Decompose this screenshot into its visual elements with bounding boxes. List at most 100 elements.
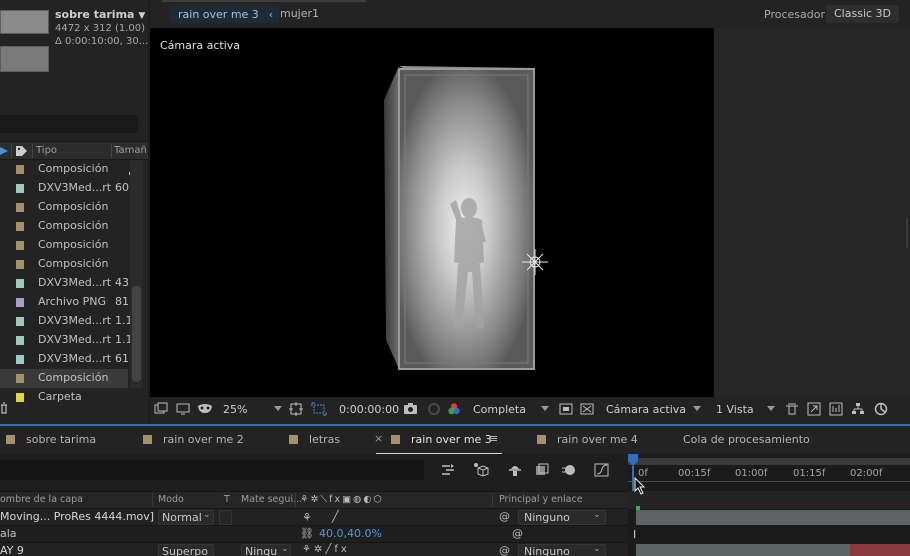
panel-resize-handle[interactable] <box>906 218 908 248</box>
scale-value[interactable]: 40.0,40.0% <box>319 527 382 540</box>
quality-switch-icon[interactable]: ╱ <box>332 510 339 523</box>
scrollbar-thumb[interactable] <box>132 286 141 382</box>
label-color-swatch[interactable] <box>16 393 24 402</box>
chevron-down-icon[interactable] <box>693 406 701 411</box>
toggle-pixel-aspect-icon[interactable] <box>785 402 799 416</box>
sort-arrow-icon[interactable] <box>0 147 8 155</box>
project-item[interactable]: DXV3Med...rt 1.1 <box>0 312 133 331</box>
project-scrollbar[interactable] <box>130 160 143 388</box>
timeline-panel-icon[interactable] <box>829 402 843 416</box>
label-color-swatch[interactable] <box>16 184 24 193</box>
project-item[interactable]: Composición <box>0 198 128 217</box>
view-layout-select[interactable]: 1 Vista <box>716 403 754 416</box>
layer-switches-icon[interactable]: ⚘✲⟍fx▣◍◐⬡ <box>300 494 384 505</box>
mask-visibility-icon[interactable] <box>197 402 213 416</box>
chevron-down-icon[interactable] <box>274 406 282 411</box>
layer-search-input[interactable] <box>0 460 424 480</box>
blend-mode-select[interactable]: Superpo <box>158 544 214 556</box>
tab-letras[interactable]: letras <box>309 433 340 446</box>
flow-tab-mujer1[interactable]: mujer1 <box>280 7 319 20</box>
property-row-scale[interactable]: ala ⛓ 40.0,40.0% @ <box>0 526 630 543</box>
project-item[interactable]: Carpeta <box>0 388 128 407</box>
parent-select[interactable]: Ninguno ⌄ <box>518 510 606 525</box>
label-tag-icon[interactable] <box>15 145 28 157</box>
exposure-reset-icon[interactable] <box>874 402 888 416</box>
label-color-swatch[interactable] <box>16 336 24 345</box>
color-channels-icon[interactable] <box>447 402 461 416</box>
label-color-swatch[interactable] <box>16 241 24 250</box>
track-matte-select[interactable]: Ningu ⌄ <box>241 544 291 556</box>
tab-sobre-tarima[interactable]: sobre tarima <box>26 433 96 446</box>
preserve-transparency-toggle[interactable] <box>219 510 232 525</box>
fast-preview-frame-icon[interactable] <box>807 402 821 416</box>
project-search-input[interactable] <box>0 115 138 133</box>
track-matte-column-header[interactable]: Mate segui... <box>241 494 302 505</box>
show-snapshot-icon[interactable] <box>427 402 441 416</box>
parent-select[interactable]: Ninguno ⌄ <box>518 544 606 556</box>
project-item[interactable]: Archivo PNG 81 <box>0 293 129 312</box>
t-column-header[interactable]: T <box>224 494 230 505</box>
mode-column-header[interactable]: Modo <box>158 494 184 505</box>
layer-switch-icons[interactable]: ⚘✲╱fx <box>302 544 350 555</box>
project-item[interactable]: Composición <box>0 160 128 179</box>
chevron-down-icon[interactable]: ▼ <box>138 11 145 21</box>
flowchart-icon[interactable] <box>851 402 865 416</box>
type-column-header[interactable]: Tipo <box>36 145 57 156</box>
chevron-down-icon[interactable] <box>767 406 775 411</box>
project-item[interactable]: Composición <box>0 369 128 388</box>
zoom-select[interactable]: 25% <box>223 403 247 416</box>
time-ruler-area[interactable]: 0f 00:15f 01:00f 01:15f 02:00f I <box>628 454 910 556</box>
draft-3d-icon[interactable] <box>473 462 489 478</box>
snapshot-layers-icon[interactable] <box>154 402 168 416</box>
link-icon[interactable]: ⛓ <box>300 527 314 540</box>
project-item[interactable]: DXV3Med...rt 61 <box>0 350 129 369</box>
safe-margins-icon[interactable] <box>289 402 303 416</box>
parent-column-header[interactable]: Principal y enlace <box>499 494 583 505</box>
3d-view-select[interactable]: Cámara activa <box>606 403 686 416</box>
flow-tab-rain-over-me-3[interactable]: rain over me 3 ‹ <box>170 6 280 23</box>
composition-mini-flowchart-icon[interactable] <box>441 463 457 477</box>
close-icon[interactable]: × <box>374 432 383 445</box>
resolution-select[interactable]: Completa <box>473 403 526 416</box>
shy-layers-icon[interactable] <box>507 462 523 478</box>
processor-select[interactable]: Classic 3D <box>826 5 900 23</box>
label-color-swatch[interactable] <box>16 374 24 383</box>
project-item[interactable]: Composición <box>0 255 128 274</box>
panel-menu-icon[interactable]: ≡ <box>489 432 498 445</box>
label-color-swatch[interactable] <box>16 203 24 212</box>
frame-blending-icon[interactable] <box>534 462 550 478</box>
label-color-swatch[interactable] <box>16 317 24 326</box>
fast-previews-icon[interactable] <box>559 402 573 416</box>
layer-name[interactable]: Moving... ProRes 4444.mov] <box>0 510 154 523</box>
label-color-swatch[interactable] <box>16 279 24 288</box>
camera-snapshot-icon[interactable] <box>403 402 418 416</box>
project-item[interactable]: DXV3Med...rt 1.1 <box>0 331 133 350</box>
label-color-swatch[interactable] <box>16 298 24 307</box>
label-color-swatch[interactable] <box>16 222 24 231</box>
composition-viewer[interactable]: Cámara activa <box>150 28 714 397</box>
transparency-grid-icon[interactable] <box>580 402 594 416</box>
motion-blur-icon[interactable] <box>561 462 577 478</box>
tab-render-queue[interactable]: Cola de procesamiento <box>683 433 810 446</box>
layer-name[interactable]: AY 9 <box>0 544 24 556</box>
region-of-interest-icon[interactable] <box>311 402 327 416</box>
layer-row[interactable]: AY 9 Superpo Ningu ⌄ ⚘✲╱fx @ Ninguno ⌄ <box>0 543 630 556</box>
project-item[interactable]: Composición <box>0 236 128 255</box>
size-column-header[interactable]: Tamañ <box>114 145 147 156</box>
work-area-bar[interactable] <box>628 458 910 465</box>
blend-mode-select[interactable]: Normal ⌄ <box>158 510 214 525</box>
pick-whip-icon[interactable]: @ <box>499 544 510 556</box>
project-item[interactable]: Composición <box>0 217 128 236</box>
tab-rain-over-me-4[interactable]: rain over me 4 <box>557 433 638 446</box>
current-time-display[interactable]: 0:00:00:00 <box>339 403 399 416</box>
project-item[interactable]: DXV3Med...rt 60 <box>0 179 129 198</box>
monitor-icon[interactable] <box>176 402 190 416</box>
tab-rain-over-me-3[interactable]: rain over me 3 <box>411 433 492 446</box>
trash-icon[interactable] <box>0 402 8 414</box>
expression-pick-whip-icon[interactable]: @ <box>512 527 523 540</box>
comp-name[interactable]: sobre tarima ▼ <box>55 8 145 21</box>
label-color-swatch[interactable] <box>16 260 24 269</box>
graph-editor-icon[interactable] <box>594 462 610 478</box>
layer-name-column-header[interactable]: ombre de la capa <box>0 494 83 505</box>
shy-switch-icon[interactable]: ⚘ <box>302 511 312 524</box>
